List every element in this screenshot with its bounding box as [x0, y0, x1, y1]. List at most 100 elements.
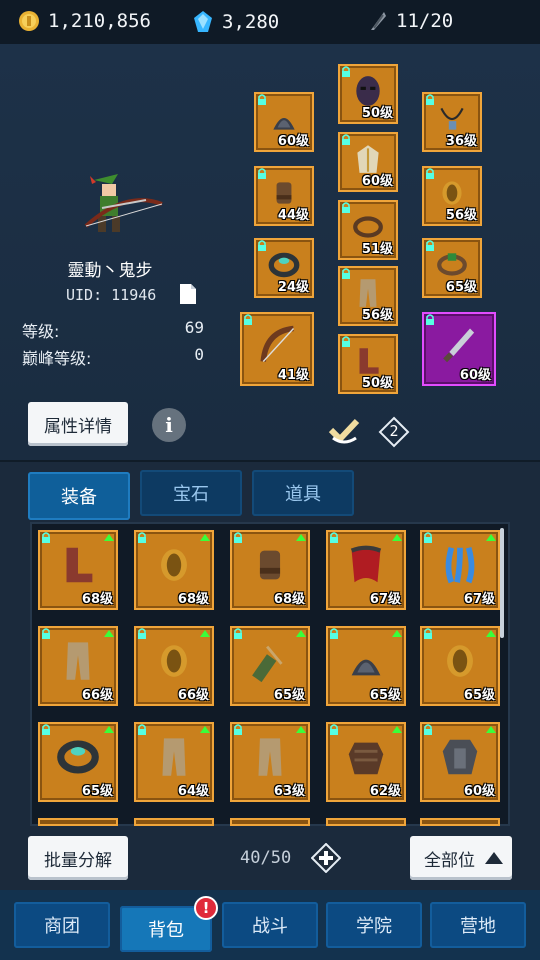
inventory-item[interactable]: 66级	[134, 626, 214, 706]
ring-icon	[57, 740, 99, 774]
lock-icon	[138, 628, 146, 639]
tab-items[interactable]: 道具	[252, 470, 354, 516]
inventory-item[interactable]: 65级	[326, 626, 406, 706]
lock-icon	[424, 724, 432, 735]
item-level: 66级	[177, 688, 209, 703]
inventory-item[interactable]: 65级	[38, 722, 118, 802]
inventory-item[interactable]: 62级	[326, 722, 406, 802]
gem-currency: 3,280	[192, 10, 279, 34]
inventory-item-partial[interactable]	[134, 818, 214, 826]
inventory-item[interactable]: 68级	[230, 530, 310, 610]
tentacle-icon	[445, 547, 475, 584]
info-icon[interactable]: i	[152, 408, 186, 442]
item-level: 51级	[361, 242, 393, 257]
triangle-up-icon	[485, 852, 503, 864]
inventory-item[interactable]: 65级	[230, 626, 310, 706]
upgrade-arrow-icon	[200, 630, 210, 637]
equipped-slot[interactable]: 36级	[422, 92, 482, 152]
level-value: 69	[184, 318, 204, 337]
bracer-icon	[161, 645, 187, 678]
equipped-slot[interactable]: 60级	[254, 92, 314, 152]
equipped-slot[interactable]: 56级	[338, 266, 398, 326]
tab-equipment[interactable]: 装备	[28, 472, 130, 520]
equipped-slot[interactable]: 24级	[254, 238, 314, 298]
inventory-count: 40/50	[240, 848, 292, 868]
inventory-item-partial[interactable]	[326, 818, 406, 826]
item-level: 65级	[273, 688, 305, 703]
lock-icon	[424, 628, 432, 639]
equipped-slot[interactable]: 41级	[240, 312, 314, 386]
energy-currency: 11/20	[368, 10, 453, 32]
item-level: 60级	[463, 784, 495, 799]
equipped-slot[interactable]: 50级	[338, 64, 398, 124]
item-level: 67级	[369, 592, 401, 607]
nav-guild[interactable]: 商团	[14, 902, 110, 948]
item-level: 56级	[445, 208, 477, 223]
inventory-item[interactable]: 65级	[420, 626, 500, 706]
lock-icon	[138, 724, 146, 735]
nav-academy[interactable]: 学院	[326, 902, 422, 948]
lock-icon	[258, 168, 266, 179]
upgrade-arrow-icon	[200, 726, 210, 733]
equipped-slot[interactable]: 51级	[338, 200, 398, 260]
equipped-slot[interactable]: 56级	[422, 166, 482, 226]
upgrade-arrow-icon	[296, 726, 306, 733]
copy-icon[interactable]	[178, 283, 198, 305]
lock-icon	[330, 724, 338, 735]
all-slots-label: 全部位	[424, 850, 475, 871]
equipment-set-button[interactable]: 2	[378, 416, 410, 448]
peak-level-label: 巅峰等级:	[22, 349, 92, 368]
equipped-slot[interactable]: 65级	[422, 238, 482, 298]
item-level: 62级	[369, 784, 401, 799]
item-level: 36级	[445, 134, 477, 149]
expand-plus-icon[interactable]	[311, 843, 341, 873]
attribute-details-button[interactable]: 属性详情	[28, 402, 128, 446]
inventory-item-partial[interactable]	[230, 818, 310, 826]
gold-currency: 1,210,856	[18, 10, 151, 32]
pants-icon	[66, 642, 90, 681]
item-level: 64级	[177, 784, 209, 799]
item-level: 65级	[445, 280, 477, 295]
peak-level-value: 0	[194, 345, 204, 364]
item-level: 60级	[277, 134, 309, 149]
lock-icon	[330, 532, 338, 543]
inventory-item[interactable]: 66级	[38, 626, 118, 706]
inventory-item[interactable]: 68级	[134, 530, 214, 610]
equipment-set-number: 2	[389, 422, 399, 440]
equipped-slot[interactable]: 50级	[338, 334, 398, 394]
hero-archer-sprite[interactable]	[76, 170, 166, 250]
inventory-item[interactable]: 67级	[326, 530, 406, 610]
equipped-slot[interactable]: 60级	[338, 132, 398, 192]
tab-gems[interactable]: 宝石	[140, 470, 242, 516]
lock-icon	[244, 314, 252, 325]
upgrade-arrow-icon	[392, 630, 402, 637]
inventory-item[interactable]: 67级	[420, 530, 500, 610]
lock-icon	[426, 314, 434, 325]
lock-icon	[258, 94, 266, 105]
currency-bar: 1,210,856 3,280 11/20	[0, 0, 540, 44]
nav-camp[interactable]: 营地	[430, 902, 526, 948]
dagger-icon	[443, 328, 475, 363]
lock-icon	[234, 724, 242, 735]
checkmark-icon[interactable]	[328, 416, 360, 446]
nav-battle[interactable]: 战斗	[222, 902, 318, 948]
upgrade-arrow-icon	[104, 630, 114, 637]
inventory-item[interactable]: 64级	[134, 722, 214, 802]
gloves-icon	[259, 551, 281, 580]
item-level: 24级	[277, 280, 309, 295]
all-slots-filter-button[interactable]: 全部位	[410, 836, 512, 880]
lock-icon	[234, 628, 242, 639]
batch-decompose-button[interactable]: 批量分解	[28, 836, 128, 880]
pants-icon	[162, 738, 186, 777]
inventory-item[interactable]: 60级	[420, 722, 500, 802]
lock-icon	[342, 134, 350, 145]
equipped-slot[interactable]: 44级	[254, 166, 314, 226]
inventory-item[interactable]: 68级	[38, 530, 118, 610]
inventory-item[interactable]: 63级	[230, 722, 310, 802]
level-label: 等级:	[22, 322, 60, 341]
inventory-item-partial[interactable]	[420, 818, 500, 826]
equipped-slot[interactable]: 60级	[422, 312, 496, 386]
inventory-item-partial[interactable]	[38, 818, 118, 826]
lock-icon	[258, 240, 266, 251]
inventory-scrollbar[interactable]	[500, 528, 504, 638]
